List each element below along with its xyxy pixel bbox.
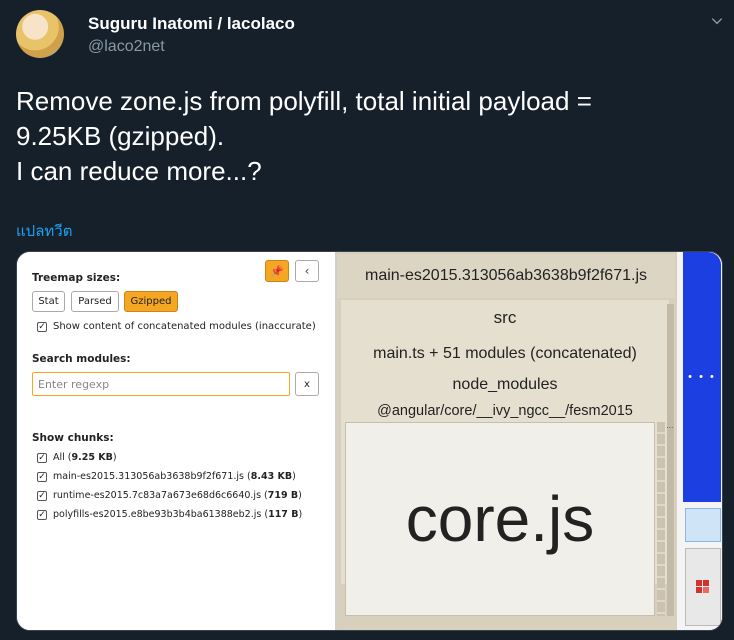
collapse-button[interactable]: ‹ (295, 260, 319, 282)
chunk-checkbox[interactable]: ✓ (37, 453, 47, 463)
chunk-name: polyfills-es2015.e8be93b3b4ba61388eb2.js (53, 509, 262, 520)
chevron-left-icon: ‹ (304, 264, 310, 278)
pin-icon: 📌 (270, 264, 284, 278)
bundle-analyzer-sidebar: Treemap sizes: 📌 ‹ Stat Parsed Gzipped ✓… (17, 252, 335, 630)
treemap-core-cell[interactable]: core.js (345, 422, 655, 616)
chunk-checkbox[interactable]: ✓ (37, 491, 47, 501)
main-ts-label: main.ts + 51 modules (concatenated) (373, 345, 637, 362)
node-modules-label: node_modules (452, 376, 558, 393)
chunk-size: 117 B (268, 509, 299, 520)
chunk-size: 719 B (267, 490, 299, 501)
pin-button[interactable]: 📌 (265, 260, 289, 282)
treemap-bundle-cell[interactable]: main-es2015.313056ab3638b9f2f671.js (337, 254, 675, 298)
show-content-checkbox[interactable]: ✓ (37, 322, 47, 332)
size-button-parsed[interactable]: Parsed (71, 291, 119, 312)
author-handle[interactable]: @laco2net (88, 38, 165, 56)
chunk-thumbnail-blue[interactable]: • • • (683, 252, 721, 502)
src-label: src (493, 308, 517, 327)
chevron-down-icon[interactable] (710, 14, 723, 26)
avatar[interactable] (16, 10, 64, 58)
chunk-checkbox[interactable]: ✓ (37, 472, 47, 482)
author-name[interactable]: Suguru Inatomi / lacolaco (88, 14, 295, 34)
translate-link[interactable]: แปลทวีต (16, 219, 72, 243)
chunk-size: 9.25 KB (71, 452, 113, 463)
chunk-thumbnail[interactable] (685, 548, 721, 626)
tweet-media[interactable]: Treemap sizes: 📌 ‹ Stat Parsed Gzipped ✓… (16, 251, 723, 631)
chunk-name: All (53, 452, 65, 463)
tweet-line: I can reduce more...? (16, 156, 262, 186)
chunk-size: 8.43 KB (250, 471, 293, 482)
show-content-label: Show content of concatenated modules (in… (53, 321, 316, 332)
chunk-name: runtime-es2015.7c83a7a673e68d6c6640.js (53, 490, 262, 501)
tweet-line: Remove zone.js from polyfill, total init… (16, 86, 592, 116)
chunk-thumbnail[interactable] (685, 508, 721, 542)
logo-icon (696, 580, 709, 593)
show-chunks-label: Show chunks: (32, 432, 114, 444)
size-button-gzipped[interactable]: Gzipped (124, 291, 178, 312)
clear-search-button[interactable]: x (295, 372, 319, 396)
tweet-text: Remove zone.js from polyfill, total init… (16, 84, 696, 189)
search-input[interactable] (32, 372, 290, 396)
treemap-dots: ... (666, 420, 674, 430)
angular-core-label: @angular/core/__ivy_ngcc__/fesm2015 (377, 403, 633, 419)
chunk-name: main-es2015.313056ab3638b9f2f671.js (53, 471, 244, 482)
search-modules-label: Search modules: (32, 353, 131, 365)
treemap-side-cell[interactable] (667, 304, 674, 616)
panel-divider (335, 252, 337, 630)
treemap-small-modules[interactable] (657, 422, 665, 616)
chunk-checkbox[interactable]: ✓ (37, 510, 47, 520)
tweet-line: 9.25KB (gzipped). (16, 121, 225, 151)
treemap-sizes-label: Treemap sizes: (32, 272, 121, 284)
size-button-stat[interactable]: Stat (32, 291, 65, 312)
more-icon: • • • (688, 371, 716, 383)
